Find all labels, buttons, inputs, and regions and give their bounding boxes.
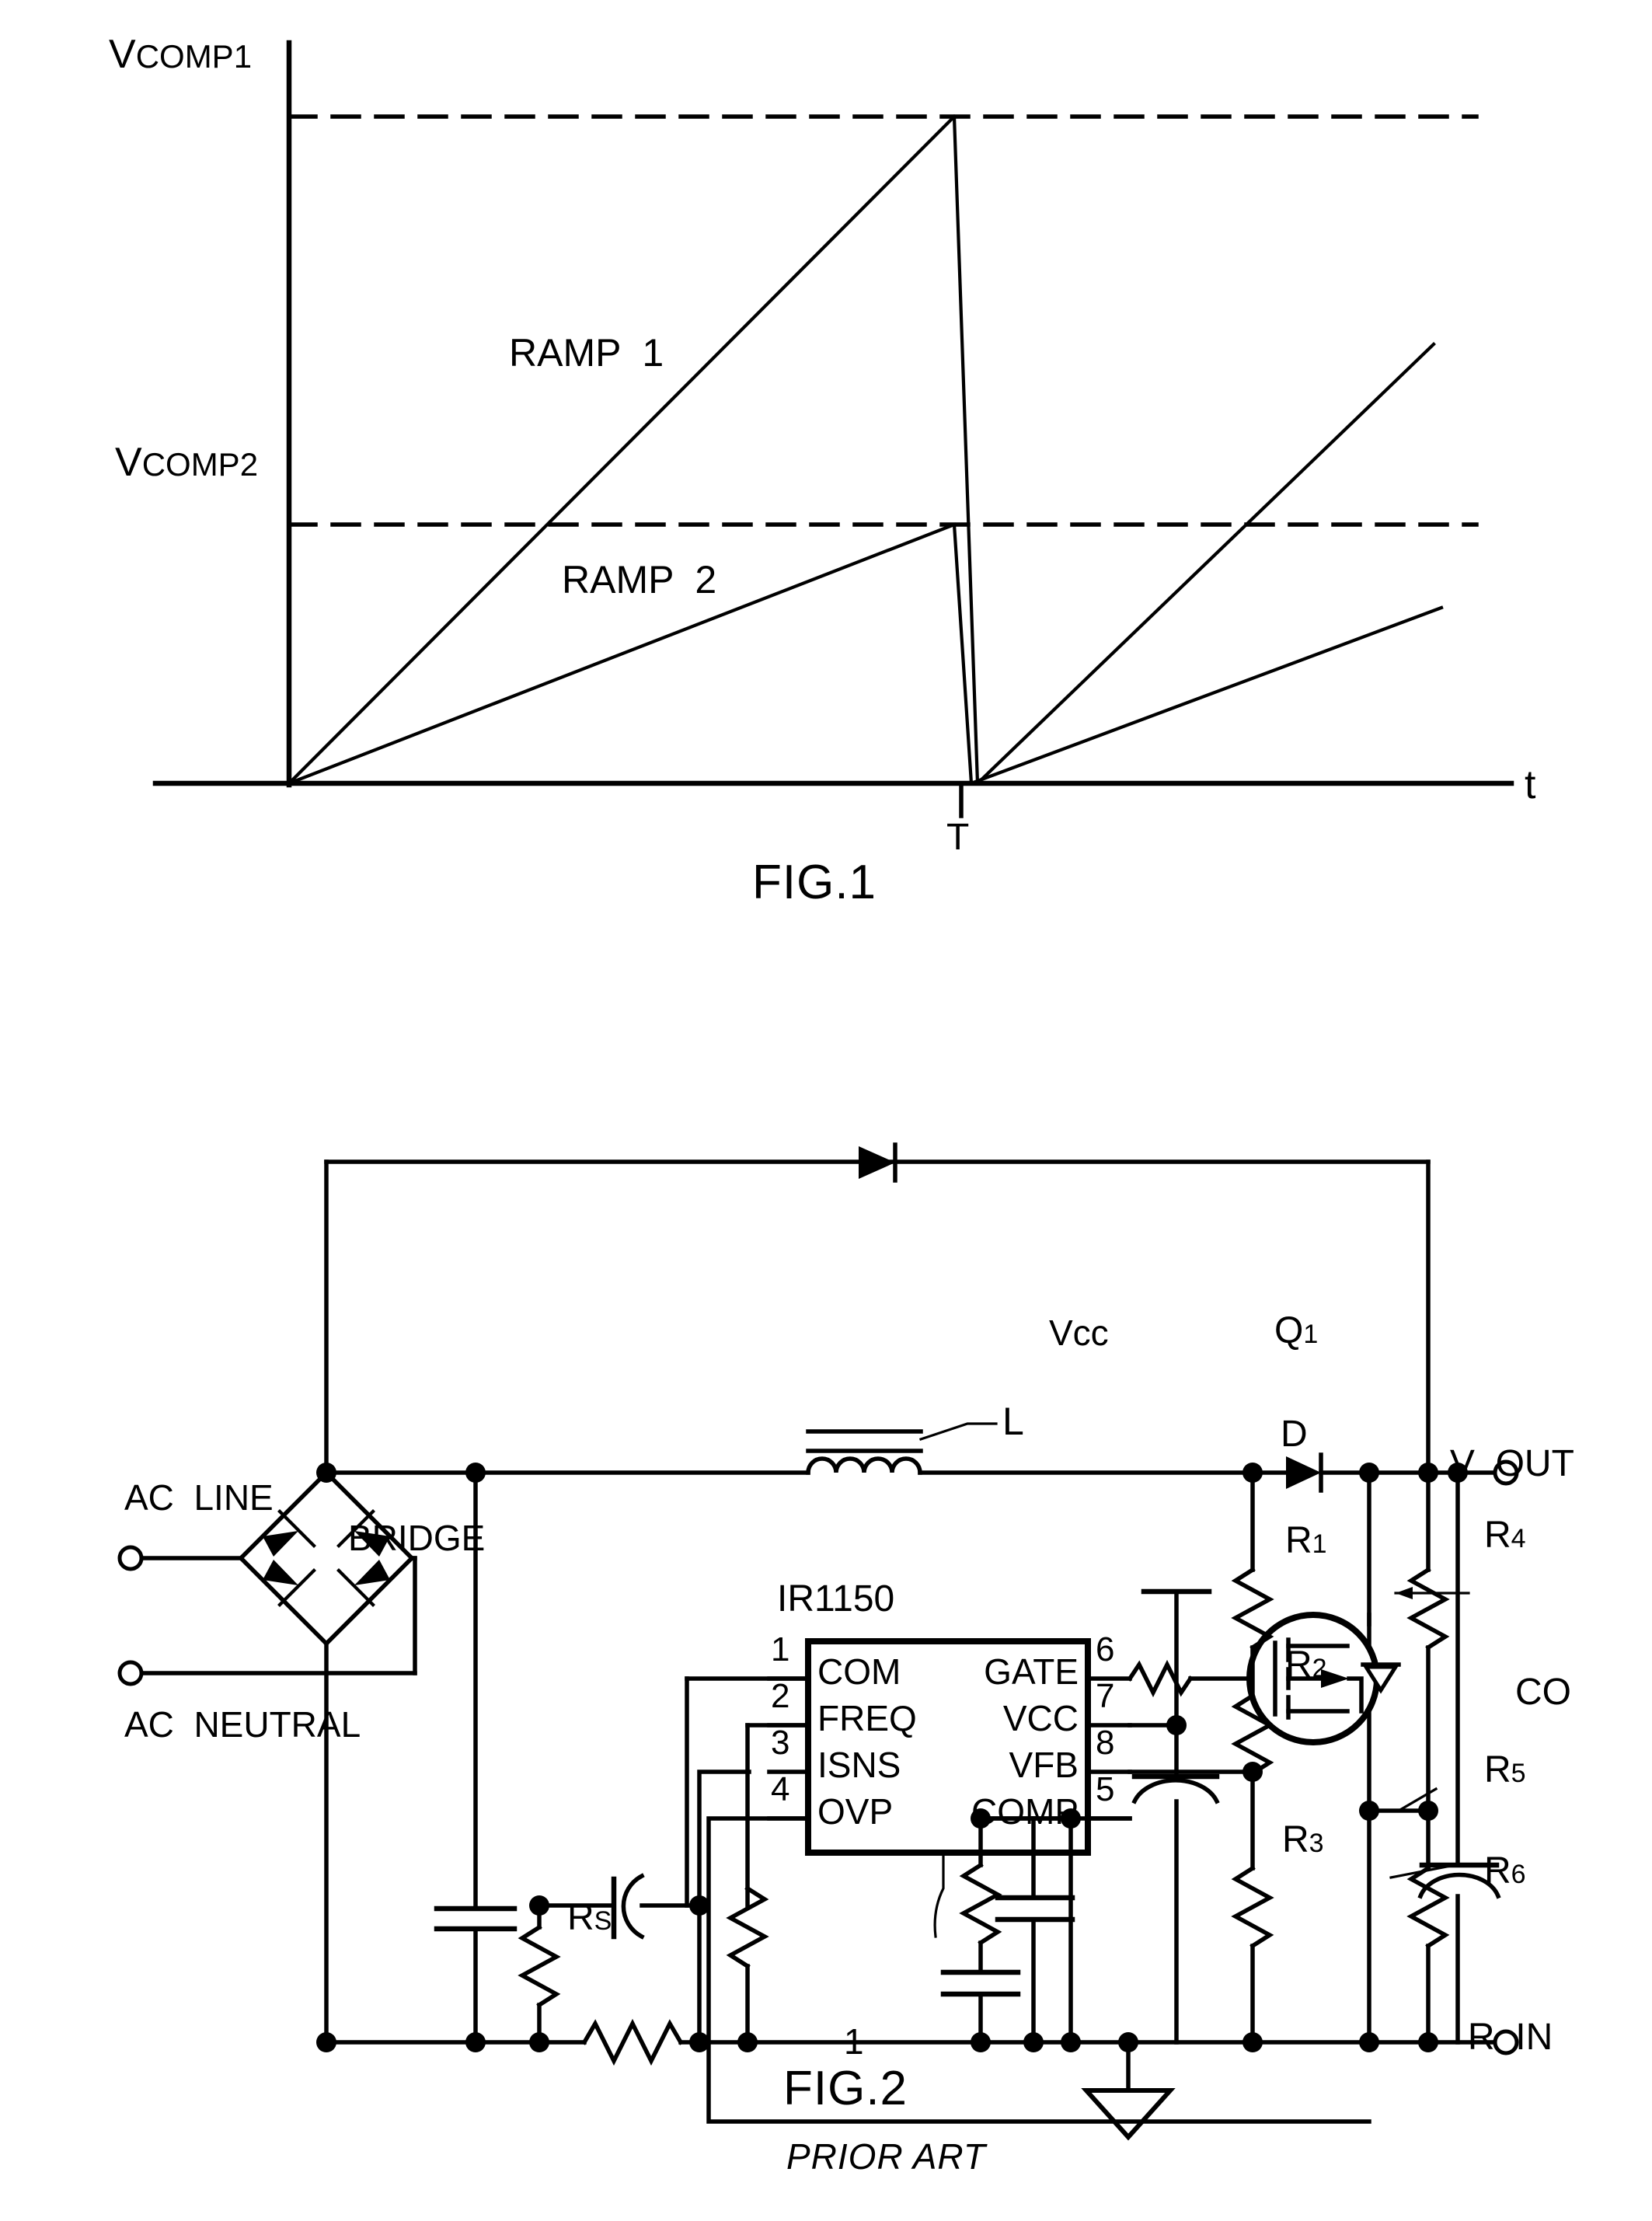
ic-pin-number-5: 5 <box>1096 1770 1115 1808</box>
ic-reference-numeral: 1 <box>844 2021 864 2062</box>
label-vout: V OUT <box>1449 1443 1574 1484</box>
ic-pin-label-freq: FREQ <box>817 1698 917 1738</box>
node-dot <box>1359 1801 1379 1821</box>
resistor-gate-symbol <box>1127 1659 1194 1698</box>
ic-pin-label-gate: GATE <box>984 1651 1079 1692</box>
label-bridge: BRIDGE <box>348 1518 486 1558</box>
fig1-label-ramp1: RAMP 1 <box>509 331 664 375</box>
fig2-caption: FIG.2 <box>783 2062 908 2115</box>
node-dot <box>465 2032 486 2052</box>
label-co: CO <box>1515 1672 1571 1713</box>
ic-pin-label-comp: COMP <box>971 1791 1079 1832</box>
fig1-label-vcomp1: VCOMP1 <box>109 32 253 77</box>
bridge-diode-icon <box>263 1531 298 1557</box>
inductor-leader <box>918 1422 998 1442</box>
label-r5: R5 <box>1484 1749 1526 1790</box>
fig1-period-label: T <box>946 817 970 858</box>
fig1-ramp2-rise-cycle2 <box>969 605 1444 786</box>
ic-pin-label-vfb: VFB <box>1009 1745 1079 1785</box>
node-dot <box>1166 1715 1187 1735</box>
resistor-comp-symbol <box>959 1862 1002 1946</box>
label-vcc: Vcc <box>1049 1313 1109 1353</box>
inductor-coils <box>806 1456 922 1475</box>
ic-pin-number-3: 3 <box>771 1724 790 1762</box>
patent-drawing-sheet: VCOMP1 VCOMP2 RAMP 1 RAMP 2 t T FIG.1 AC… <box>0 0 1652 2221</box>
label-r1: R1 <box>1285 1520 1327 1561</box>
figure-2-circuit <box>117 1142 1519 2141</box>
ic-pin-number-7: 7 <box>1096 1677 1115 1715</box>
resistor-r4-leader-arrow <box>1396 1587 1413 1599</box>
cap-vcc-plate-bottom-curved <box>1131 1778 1220 1804</box>
node-dot <box>316 2032 336 2052</box>
figure-1-graph <box>152 40 1514 818</box>
terminal-ac-line-circle <box>117 1545 144 1571</box>
bridge-diode-icon <box>263 1560 298 1585</box>
ic-pin-label-isns: ISNS <box>817 1745 901 1785</box>
label-r2: R2 <box>1285 1644 1327 1686</box>
bypass-diode-triangle <box>859 1146 895 1179</box>
ic-pin-number-1: 1 <box>771 1630 790 1668</box>
wire-bridge-right-down <box>410 1556 417 1675</box>
ic-pin-number-2: 2 <box>771 1677 790 1715</box>
diode-d-triangle <box>1286 1456 1321 1489</box>
resistor-r1-symbol <box>1231 1567 1274 1651</box>
fig1-caption: FIG.1 <box>752 856 877 909</box>
fig1-ramp1-rise-cycle2 <box>975 342 1436 786</box>
label-r4: R4 <box>1484 1515 1526 1556</box>
label-mosfet-q1: Q1 <box>1274 1310 1319 1351</box>
ic-pin-label-ovp: OVP <box>817 1791 894 1832</box>
ic-reference-leader <box>933 1851 945 1938</box>
resistor-sense-symbol <box>518 1924 561 2008</box>
ic-pin-label-com: COM <box>817 1651 901 1692</box>
label-r6: R6 <box>1484 1850 1526 1892</box>
fig1-ramp1-rise-cycle1 <box>287 114 957 786</box>
fig2-subcaption: PRIOR ART <box>786 2136 986 2177</box>
ic-pin-label-vcc: VCC <box>1002 1698 1079 1738</box>
cap-sense-plate-right-curved <box>621 1873 645 1940</box>
resistor-r4-symbol <box>1406 1567 1450 1651</box>
ic-pin-number-8: 8 <box>1096 1724 1115 1762</box>
ground-symbol-icon <box>1081 2088 1176 2141</box>
label-inductor-l: L <box>1002 1400 1024 1443</box>
label-rs: RS <box>567 1897 612 1938</box>
ic-pin-number-4: 4 <box>771 1770 790 1808</box>
label-ac-line: AC LINE <box>124 1477 274 1518</box>
fig1-label-vcomp2: VCOMP2 <box>115 440 259 485</box>
bridge-diode-icon <box>354 1560 390 1585</box>
node-dot <box>529 1895 549 1916</box>
label-diode-d: D <box>1281 1414 1308 1455</box>
ic-part-number: IR1150 <box>777 1578 895 1620</box>
resistor-rs-symbol <box>581 2018 684 2066</box>
label-r3: R3 <box>1282 1819 1324 1860</box>
label-ac-neutral: AC NEUTRAL <box>124 1704 361 1745</box>
resistor-r3-symbol <box>1231 1865 1274 1949</box>
fig1-axis-label-t: t <box>1525 762 1536 807</box>
ic-pin-number-6: 6 <box>1096 1630 1115 1668</box>
terminal-ac-neutral-circle <box>117 1660 144 1686</box>
fig1-label-ramp2: RAMP 2 <box>562 558 717 601</box>
label-rin: R IN <box>1467 2017 1553 2058</box>
